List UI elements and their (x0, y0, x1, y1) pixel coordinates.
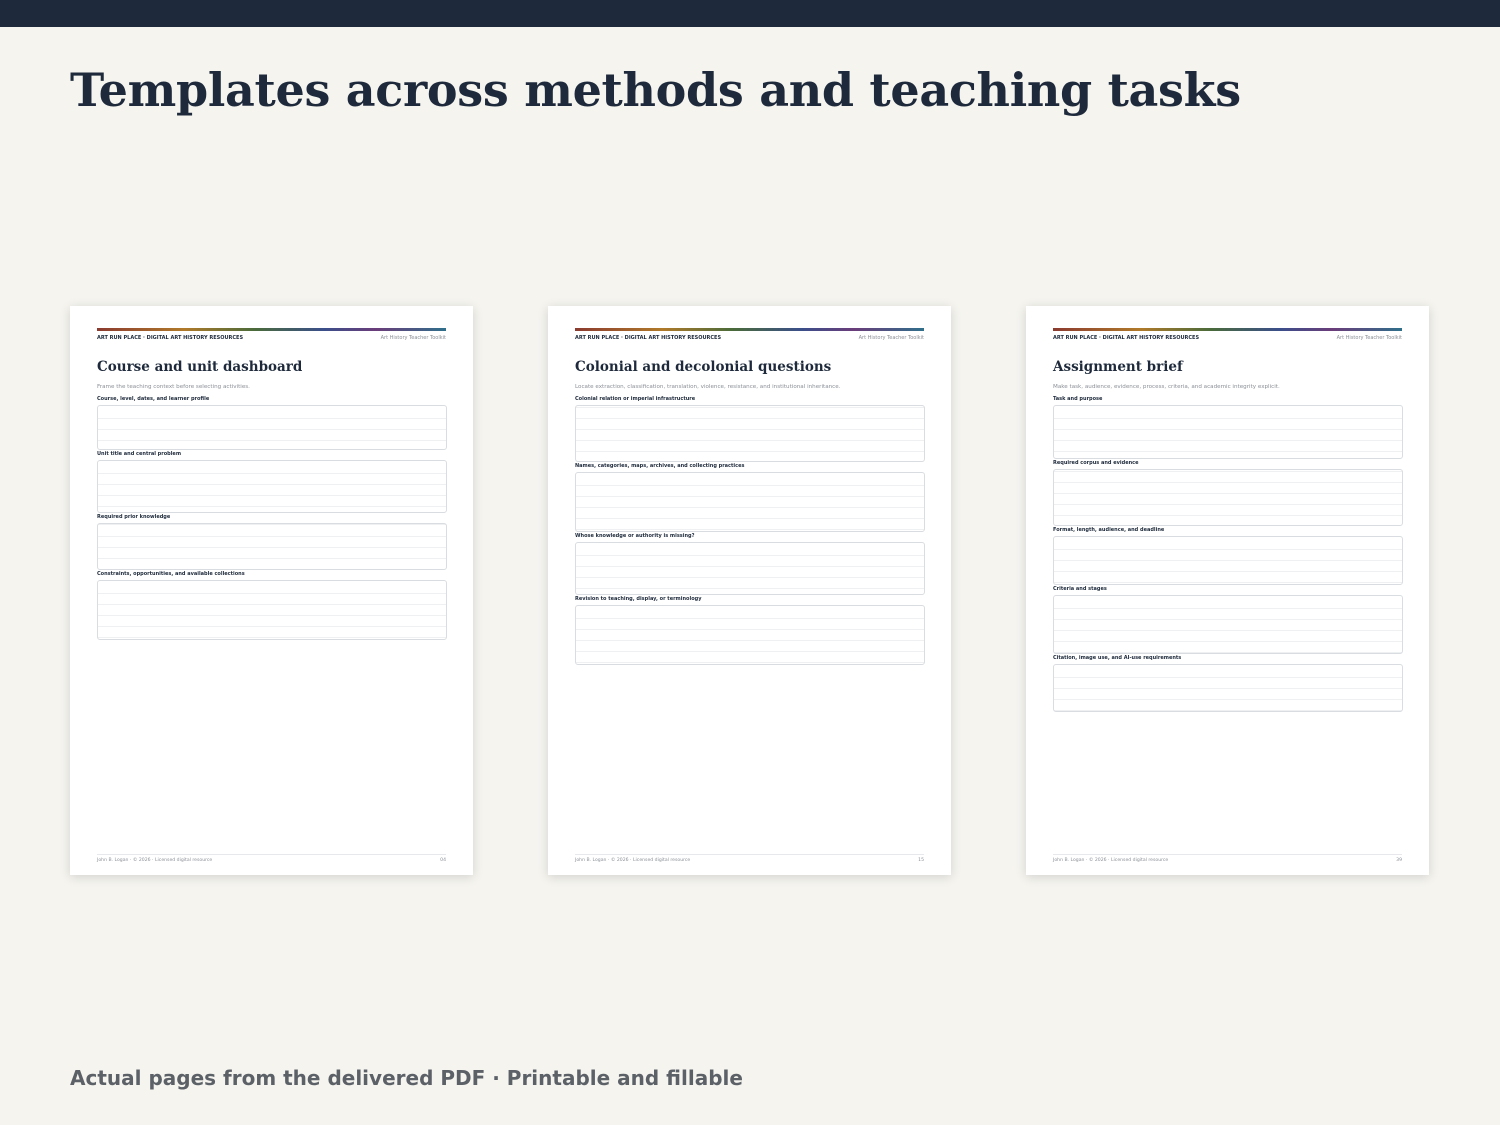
field-list: Course, level, dates, and learner profil… (97, 396, 447, 640)
page-subtitle: Frame the teaching context before select… (97, 384, 250, 390)
page-brand: ART RUN PLACE · DIGITAL ART HISTORY RESO… (1053, 335, 1200, 341)
field-label: Course, level, dates, and learner profil… (97, 396, 210, 402)
pdf-page-preview-assignment-brief: ART RUN PLACE · DIGITAL ART HISTORY RESO… (1026, 306, 1429, 875)
page-title: Assignment brief (1053, 359, 1183, 375)
page-subtitle: Locate extraction, classification, trans… (575, 384, 841, 390)
field-label: Whose knowledge or authority is missing? (575, 533, 695, 539)
color-stripe (97, 328, 446, 331)
color-stripe (1053, 328, 1402, 331)
field-label: Revision to teaching, display, or termin… (575, 596, 702, 602)
fillable-field (575, 405, 925, 462)
page-footer-credit: John B. Logan · © 2026 · Licensed digita… (97, 858, 213, 863)
field-label: Format, length, audience, and deadline (1053, 527, 1165, 533)
fillable-field (97, 580, 447, 640)
fillable-field (575, 472, 925, 532)
fillable-field (97, 405, 447, 450)
field-label: Constraints, opportunities, and availabl… (97, 571, 245, 577)
page-headline: Templates across methods and teaching ta… (70, 63, 1241, 117)
field-list: Task and purpose Required corpus and evi… (1053, 396, 1403, 712)
top-bar (0, 0, 1500, 27)
field-label: Criteria and stages (1053, 586, 1107, 592)
page-brand: ART RUN PLACE · DIGITAL ART HISTORY RESO… (97, 335, 244, 341)
fillable-field (1053, 469, 1403, 526)
footer-rule (1053, 854, 1402, 855)
page-footer-credit: John B. Logan · © 2026 · Licensed digita… (575, 858, 691, 863)
page-toolkit-label: Art History Teacher Toolkit (1336, 335, 1402, 341)
page-toolkit-label: Art History Teacher Toolkit (858, 335, 924, 341)
field-label: Colonial relation or imperial infrastruc… (575, 396, 696, 402)
page-footer-credit: John B. Logan · © 2026 · Licensed digita… (1053, 858, 1169, 863)
page-title: Course and unit dashboard (97, 359, 303, 375)
field-list: Colonial relation or imperial infrastruc… (575, 396, 925, 665)
field-label: Citation, image use, and AI-use requirem… (1053, 655, 1182, 661)
page-number: 15 (918, 858, 924, 863)
page-brand: ART RUN PLACE · DIGITAL ART HISTORY RESO… (575, 335, 722, 341)
fillable-field (1053, 536, 1403, 585)
footer-rule (97, 854, 446, 855)
footer-rule (575, 854, 924, 855)
fillable-field (97, 523, 447, 570)
field-label: Names, categories, maps, archives, and c… (575, 463, 745, 469)
fillable-field (575, 542, 925, 595)
page-subtitle: Make task, audience, evidence, process, … (1053, 384, 1280, 390)
page-number: 39 (1396, 858, 1402, 863)
fillable-field (575, 605, 925, 665)
fillable-field (97, 460, 447, 513)
color-stripe (575, 328, 924, 331)
field-label: Required prior knowledge (97, 514, 171, 520)
pdf-page-preview-colonial-questions: ART RUN PLACE · DIGITAL ART HISTORY RESO… (548, 306, 951, 875)
fillable-field (1053, 405, 1403, 459)
field-label: Task and purpose (1053, 396, 1103, 402)
field-label: Required corpus and evidence (1053, 460, 1139, 466)
page-number: 04 (440, 858, 446, 863)
fillable-field (1053, 664, 1403, 712)
pdf-page-preview-course-dashboard: ART RUN PLACE · DIGITAL ART HISTORY RESO… (70, 306, 473, 875)
page-toolkit-label: Art History Teacher Toolkit (380, 335, 446, 341)
page-title: Colonial and decolonial questions (575, 359, 832, 375)
page-caption: Actual pages from the delivered PDF · Pr… (70, 1066, 743, 1090)
field-label: Unit title and central problem (97, 451, 182, 457)
fillable-field (1053, 595, 1403, 654)
